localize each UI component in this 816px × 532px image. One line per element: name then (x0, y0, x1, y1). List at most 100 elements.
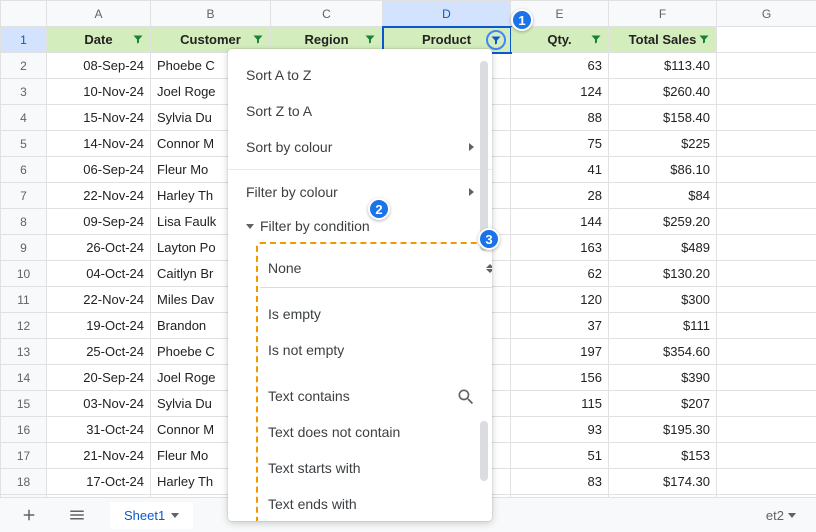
cell-sales[interactable]: $207 (609, 391, 717, 417)
cell-empty[interactable] (717, 365, 816, 391)
cell-sales[interactable]: $130.20 (609, 261, 717, 287)
cell-empty[interactable] (717, 53, 816, 79)
col-header-b[interactable]: B (151, 1, 271, 27)
cell-sales[interactable]: $390 (609, 365, 717, 391)
condition-none[interactable]: None (260, 250, 480, 286)
filter-icon[interactable] (252, 33, 266, 47)
cell-date[interactable]: 21-Nov-24 (47, 443, 151, 469)
header-date[interactable]: Date (47, 27, 151, 53)
all-sheets-button[interactable] (62, 502, 92, 528)
cell-empty[interactable] (717, 443, 816, 469)
row-header[interactable]: 14 (1, 365, 47, 391)
cell-qty[interactable]: 115 (511, 391, 609, 417)
row-header[interactable]: 11 (1, 287, 47, 313)
cell-date[interactable]: 17-Oct-24 (47, 469, 151, 495)
cell-date[interactable]: 22-Nov-24 (47, 287, 151, 313)
cell-empty[interactable] (717, 469, 816, 495)
cell-empty[interactable] (717, 287, 816, 313)
cell-qty[interactable]: 28 (511, 183, 609, 209)
row-header[interactable]: 8 (1, 209, 47, 235)
cell-qty[interactable]: 62 (511, 261, 609, 287)
cell-date[interactable]: 22-Nov-24 (47, 183, 151, 209)
cell-date[interactable]: 06-Sep-24 (47, 157, 151, 183)
add-sheet-button[interactable] (14, 502, 44, 528)
row-header[interactable]: 2 (1, 53, 47, 79)
cell-qty[interactable]: 83 (511, 469, 609, 495)
sort-by-colour[interactable]: Sort by colour (228, 129, 492, 165)
filter-by-colour[interactable]: Filter by colour (228, 174, 492, 210)
cell-qty[interactable]: 124 (511, 79, 609, 105)
condition-is-empty[interactable]: Is empty (260, 296, 480, 332)
cell-empty[interactable] (717, 235, 816, 261)
col-header-f[interactable]: F (609, 1, 717, 27)
cell-g1[interactable] (717, 27, 816, 53)
cell-sales[interactable]: $354.60 (609, 339, 717, 365)
row-header[interactable]: 9 (1, 235, 47, 261)
corner-cell[interactable] (1, 1, 47, 27)
cell-sales[interactable]: $153 (609, 443, 717, 469)
cell-qty[interactable]: 63 (511, 53, 609, 79)
cell-sales[interactable]: $158.40 (609, 105, 717, 131)
cell-date[interactable]: 03-Nov-24 (47, 391, 151, 417)
condition-text-ends[interactable]: Text ends with (260, 486, 480, 521)
cell-qty[interactable]: 51 (511, 443, 609, 469)
cell-qty[interactable]: 37 (511, 313, 609, 339)
cell-empty[interactable] (717, 417, 816, 443)
filter-icon[interactable] (698, 33, 712, 47)
row-header[interactable]: 10 (1, 261, 47, 287)
cell-sales[interactable]: $174.30 (609, 469, 717, 495)
cell-qty[interactable]: 120 (511, 287, 609, 313)
panel-scrollbar[interactable] (480, 61, 488, 509)
cell-qty[interactable]: 41 (511, 157, 609, 183)
condition-text-contains[interactable]: Text contains (260, 378, 480, 414)
cell-qty[interactable]: 163 (511, 235, 609, 261)
cell-empty[interactable] (717, 261, 816, 287)
cell-qty[interactable]: 75 (511, 131, 609, 157)
search-icon[interactable] (456, 387, 476, 407)
row-header[interactable]: 15 (1, 391, 47, 417)
cell-sales[interactable]: $259.20 (609, 209, 717, 235)
cell-date[interactable]: 31-Oct-24 (47, 417, 151, 443)
filter-icon[interactable] (590, 33, 604, 47)
cell-empty[interactable] (717, 105, 816, 131)
sort-za[interactable]: Sort Z to A (228, 93, 492, 129)
cell-empty[interactable] (717, 313, 816, 339)
header-sales[interactable]: Total Sales (609, 27, 717, 53)
cell-qty[interactable]: 197 (511, 339, 609, 365)
tab-sheet2-partial[interactable]: et2 (766, 508, 816, 523)
cell-empty[interactable] (717, 157, 816, 183)
sort-az[interactable]: Sort A to Z (228, 57, 492, 93)
cell-empty[interactable] (717, 183, 816, 209)
cell-sales[interactable]: $195.30 (609, 417, 717, 443)
cell-qty[interactable]: 144 (511, 209, 609, 235)
cell-date[interactable]: 04-Oct-24 (47, 261, 151, 287)
col-header-a[interactable]: A (47, 1, 151, 27)
cell-sales[interactable]: $489 (609, 235, 717, 261)
cell-date[interactable]: 25-Oct-24 (47, 339, 151, 365)
cell-sales[interactable]: $111 (609, 313, 717, 339)
row-header[interactable]: 12 (1, 313, 47, 339)
cell-empty[interactable] (717, 131, 816, 157)
filter-icon[interactable] (364, 33, 378, 47)
cell-empty[interactable] (717, 209, 816, 235)
col-header-c[interactable]: C (271, 1, 383, 27)
condition-text-not-contain[interactable]: Text does not contain (260, 414, 480, 450)
filter-icon[interactable] (132, 33, 146, 47)
row-header[interactable]: 17 (1, 443, 47, 469)
row-header[interactable]: 6 (1, 157, 47, 183)
cell-sales[interactable]: $300 (609, 287, 717, 313)
cell-date[interactable]: 14-Nov-24 (47, 131, 151, 157)
cell-sales[interactable]: $225 (609, 131, 717, 157)
row-header[interactable]: 16 (1, 417, 47, 443)
row-header[interactable]: 13 (1, 339, 47, 365)
cell-sales[interactable]: $113.40 (609, 53, 717, 79)
cell-empty[interactable] (717, 79, 816, 105)
tab-sheet1[interactable]: Sheet1 (110, 502, 193, 529)
cell-date[interactable]: 09-Sep-24 (47, 209, 151, 235)
row-header[interactable]: 3 (1, 79, 47, 105)
condition-is-not-empty[interactable]: Is not empty (260, 332, 480, 368)
cell-date[interactable]: 19-Oct-24 (47, 313, 151, 339)
col-header-g[interactable]: G (717, 1, 816, 27)
cell-qty[interactable]: 93 (511, 417, 609, 443)
cell-date[interactable]: 08-Sep-24 (47, 53, 151, 79)
